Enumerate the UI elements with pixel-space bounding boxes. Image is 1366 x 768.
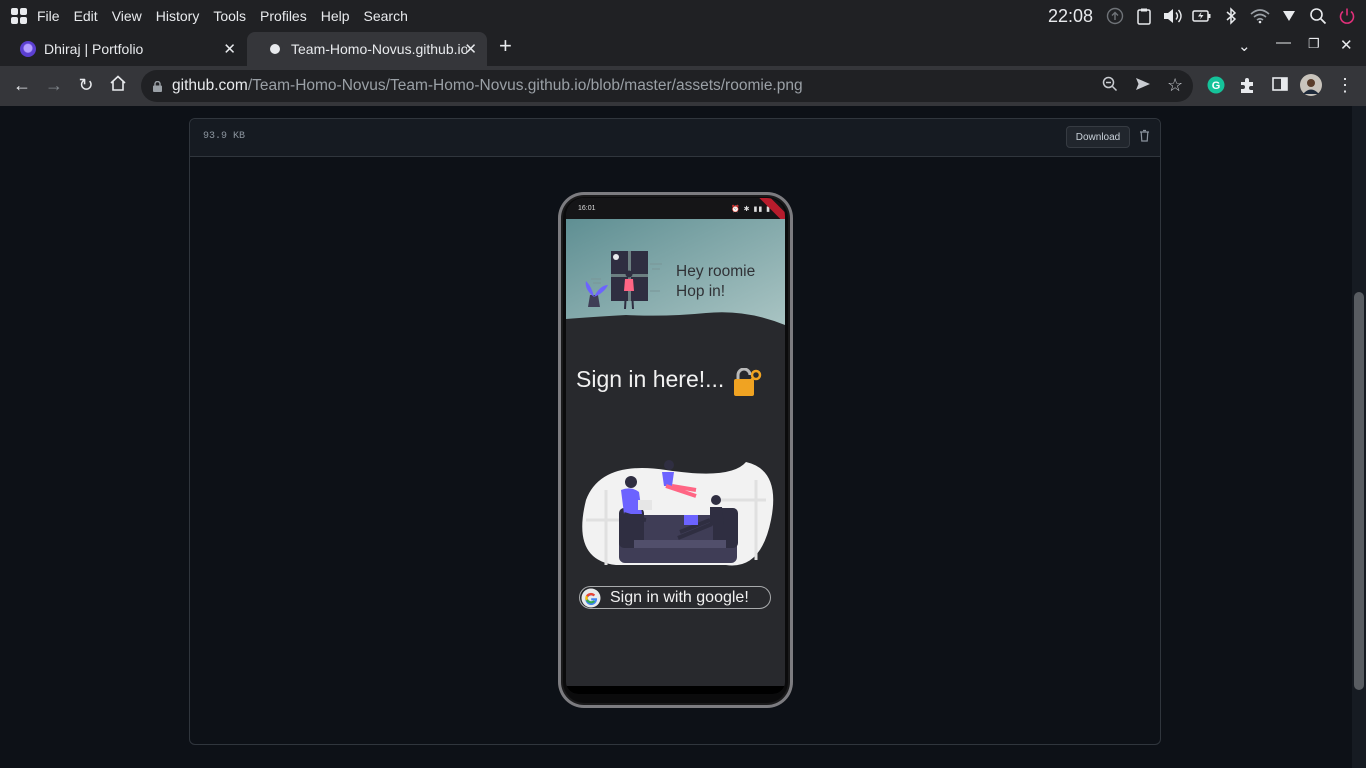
power-icon[interactable]	[1337, 6, 1357, 26]
profile-avatar[interactable]	[1300, 74, 1322, 101]
restore-icon[interactable]: ❐	[1308, 36, 1320, 52]
network-dropdown-icon[interactable]	[1279, 6, 1299, 26]
url-host: github.com	[172, 77, 248, 94]
menu-tools[interactable]: Tools	[213, 8, 246, 24]
menu-history[interactable]: History	[156, 8, 200, 24]
forward-icon[interactable]: →	[43, 75, 65, 96]
lock-icon[interactable]	[153, 80, 162, 92]
svg-text:G: G	[1212, 80, 1221, 92]
phone-nav-bar	[566, 686, 785, 694]
send-icon[interactable]	[1135, 76, 1151, 97]
os-menubar: File Edit View History Tools Profiles He…	[0, 0, 1366, 32]
browser-toolbar: ← → ↻ github.com/Team-Homo-Novus/Team-Ho…	[0, 66, 1366, 106]
scrollbar-thumb[interactable]	[1354, 292, 1364, 690]
phone-status-icons: ⏰ ✱ ▮▮ ▮	[731, 206, 771, 213]
file-size: 93.9 KB	[203, 131, 246, 142]
download-button[interactable]: Download	[1066, 126, 1130, 148]
menu-help[interactable]: Help	[321, 8, 350, 24]
google-logo-icon	[581, 588, 601, 607]
url-text[interactable]: github.com/Team-Homo-Novus/Team-Homo-Nov…	[172, 77, 803, 95]
side-panel-icon[interactable]	[1269, 76, 1291, 97]
volume-icon[interactable]	[1163, 6, 1183, 26]
phone-status-bar: 16:01 ⏰ ✱ ▮▮ ▮	[566, 198, 785, 233]
minimize-icon[interactable]: —	[1276, 34, 1291, 51]
reload-icon[interactable]: ↻	[75, 75, 97, 96]
phone-status-time: 16:01	[578, 205, 596, 212]
file-header: 93.9 KB Download	[190, 119, 1160, 157]
extensions-icon[interactable]	[1237, 76, 1259, 99]
tab-search-icon[interactable]: ⌄	[1238, 37, 1251, 55]
system-tray: 22:08	[1048, 0, 1366, 32]
wifi-icon[interactable]	[1250, 6, 1270, 26]
tab-portfolio[interactable]: Dhiraj | Portfolio ✕	[0, 32, 246, 66]
menu-search[interactable]: Search	[364, 8, 408, 24]
greeting-text: Hey roomie Hop in!	[676, 262, 755, 302]
address-bar[interactable]: github.com/Team-Homo-Novus/Team-Homo-Nov…	[141, 70, 1193, 102]
page-scrollbar[interactable]	[1352, 106, 1366, 768]
portfolio-favicon-icon	[20, 41, 36, 57]
greeting-line-1: Hey roomie	[676, 263, 756, 280]
friends-on-couch-illustration	[582, 460, 774, 566]
url-path: /Team-Homo-Novus/Team-Homo-Novus.github.…	[247, 77, 803, 94]
tab-title: Team-Homo-Novus.github.io	[291, 41, 467, 57]
signin-title: Sign in here!...	[576, 366, 725, 392]
search-icon[interactable]	[1308, 6, 1328, 26]
greeting-line-2: Hop in!	[676, 283, 726, 300]
zoom-icon[interactable]	[1102, 76, 1118, 97]
tab-strip: Dhiraj | Portfolio ✕ Team-Homo-Novus.git…	[0, 32, 1366, 66]
close-tab-icon[interactable]: ✕	[464, 40, 477, 58]
menu-view[interactable]: View	[112, 8, 142, 24]
tab-title: Dhiraj | Portfolio	[44, 41, 144, 57]
clock[interactable]: 22:08	[1048, 6, 1093, 27]
bookmark-star-icon[interactable]: ☆	[1167, 75, 1183, 96]
app-launcher-icon[interactable]	[11, 8, 27, 24]
bluetooth-icon[interactable]	[1221, 6, 1241, 26]
lock-key-icon	[734, 368, 762, 396]
trash-icon[interactable]	[1139, 129, 1150, 145]
menu-file[interactable]: File	[37, 8, 60, 24]
github-favicon-icon	[267, 41, 283, 57]
battery-icon[interactable]	[1192, 6, 1212, 26]
window-close-icon[interactable]: ✕	[1340, 36, 1353, 54]
close-tab-icon[interactable]: ✕	[223, 40, 236, 58]
grammarly-icon[interactable]: G	[1205, 76, 1227, 99]
back-icon[interactable]: ←	[11, 75, 33, 96]
clipboard-icon[interactable]	[1134, 6, 1154, 26]
browser-menu-icon[interactable]: ⋮	[1334, 75, 1356, 96]
update-icon[interactable]	[1105, 6, 1125, 26]
roomie-app-screenshot: 16:01 ⏰ ✱ ▮▮ ▮ Hey roomie Hop in! Sign i…	[566, 198, 785, 694]
home-icon[interactable]	[107, 74, 129, 97]
menu-edit[interactable]: Edit	[74, 8, 98, 24]
google-signin-button: Sign in with google!	[579, 586, 771, 609]
new-tab-icon[interactable]: +	[499, 33, 512, 59]
menu-profiles[interactable]: Profiles	[260, 8, 307, 24]
google-signin-label: Sign in with google!	[610, 588, 749, 606]
tab-github[interactable]: Team-Homo-Novus.github.io ✕	[247, 32, 487, 66]
